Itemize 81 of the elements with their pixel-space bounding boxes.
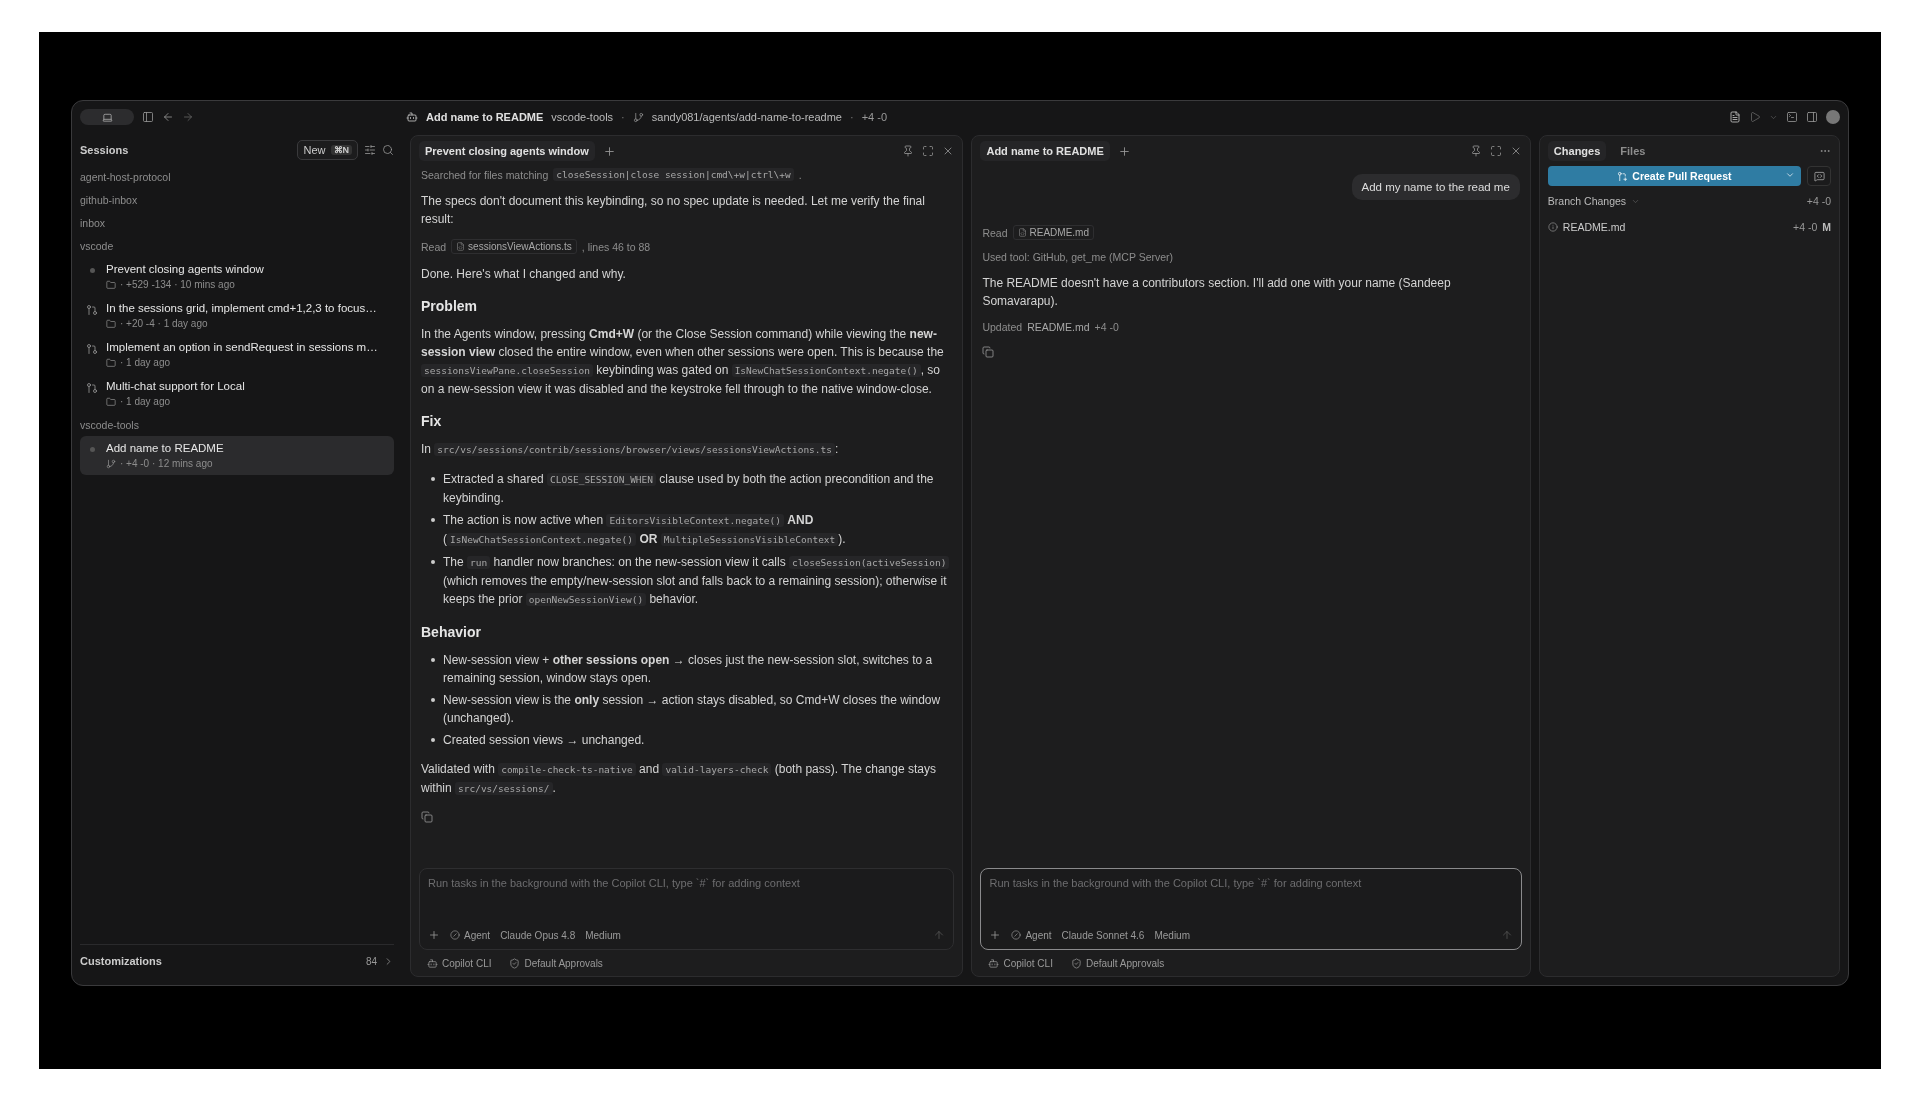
effort-picker-button[interactable]: Medium [1154, 929, 1190, 941]
customizations-count: 84 [365, 955, 377, 967]
branch-name: sandy081/agents/add-name-to-readme [651, 111, 842, 123]
sidebar-title: Sessions [80, 144, 130, 156]
session-item[interactable]: Multi-chat support for Local · 1 day ago [80, 374, 394, 413]
message-paragraph: The specs don't document this keybinding, so no spec update is needed. Let me verify the final result: [421, 193, 926, 228]
message-paragraph: In src/vs/sessions/contrib/sessions/browser/views/sessionsViewActions.ts : [421, 441, 840, 458]
file-chip[interactable]: sessionsViewActions.ts [451, 239, 577, 254]
session-title: Add name to README [106, 442, 224, 454]
chat-tab[interactable]: Prevent closing agents window [419, 141, 595, 161]
customizations-label[interactable]: Customizations [80, 955, 360, 967]
separator: · [849, 111, 854, 123]
chat-input-field[interactable]: Run tasks in the background with the Copilot CLI, type `#` for adding context Agent Claude Sonnet 4.6 Medium [980, 868, 1522, 950]
group-name[interactable]: vscode [80, 234, 394, 257]
file-link[interactable]: README.md [1027, 321, 1090, 333]
session-title: Implement an option in sendRequest in sessions m… [106, 341, 378, 353]
panel-tab[interactable]: Files [1614, 141, 1652, 161]
list-item-text: The run handler now branches: on the new-session view it calls closeSession(activeSession) (which removes the empty/new-session slot and falls back to a remaining session); otherwise it keeps the prior openNewSessionView() behavior. [443, 553, 953, 609]
session-meta: · +4 -0 · 12 mins ago [120, 458, 213, 469]
agent-picker-button[interactable]: Copilot CLI [988, 957, 1053, 969]
message-paragraph: In the Agents window, pressing Cmd+W (or the Close Session command) while viewing the new-session view closed the entire window, even when other sessions were open. This is because the sessionsViewPane.closeSession keybinding was gated on IsNewChatSessionContext.negate() , so on a new-session view it was disabled and the keystroke fell through to the native window-close. [421, 326, 945, 398]
chat-input-field[interactable]: Run tasks in the background with the Copilot CLI, type `#` for adding context Agent Claude Opus 4.8 Medium [419, 868, 955, 950]
session-title: Add name to README [426, 111, 544, 123]
session-meta: · +529 -134 · 10 mins ago [120, 279, 235, 290]
list-item-text: The action is now active when EditorsVisibleContext.negate() AND ( IsNewChatSessionContext.negate() OR MultipleSessionsVisibleContext ). [443, 512, 847, 548]
tool-text: Read [982, 226, 1008, 239]
message-paragraph: Done. Here's what I changed and why. [421, 266, 627, 283]
tool-text: +4 -0 [1094, 321, 1119, 333]
tool-text: Updated [982, 321, 1023, 333]
agent-mode-button[interactable]: Agent [450, 929, 491, 941]
separator: · [621, 111, 625, 123]
changed-file-row[interactable]: README.md +4 -0 M [1547, 216, 1831, 238]
section-heading: Fix [421, 413, 443, 429]
tool-text: . [798, 168, 802, 181]
model-picker-button[interactable]: Claude Sonnet 4.6 [1061, 929, 1145, 941]
session-meta: · +20 -4 · 1 day ago [120, 318, 208, 329]
diff-stats: +4 -0 [1793, 221, 1818, 233]
list-item-text: New-session view is the only session → action stays disabled, so Cmd+W closes the window (unchanged). [443, 692, 942, 727]
tool-text: Used tool: GitHub, get_me (MCP Server) [982, 251, 1174, 263]
repo-name: vscode-tools [551, 111, 614, 123]
list-item-text: New-session view + other sessions open → closes just the new-session slot, switches to a remaining session, window stays open. [443, 652, 934, 687]
tool-text: Read [421, 240, 447, 253]
tool-text: , lines 46 to 88 [581, 240, 651, 253]
model-picker-button[interactable]: Claude Opus 4.8 [500, 929, 576, 941]
diff-stats: +4 -0 [1806, 195, 1831, 207]
chat-tab[interactable]: Add name to README [980, 141, 1110, 161]
section-heading: Problem [421, 298, 478, 314]
effort-picker-button[interactable]: Medium [585, 929, 621, 941]
new-session-button[interactable]: New ⌘N [297, 140, 358, 160]
message-paragraph: Validated with compile-check-ts-native and valid-layers-check (both pass). The change stays within src/vs/sessions/ . [421, 761, 937, 797]
session-item[interactable]: Prevent closing agents window · +529 -134 · 10 mins ago [80, 257, 394, 296]
file-status: M [1822, 221, 1831, 233]
list-item-text: Created session views → unchanged. [443, 732, 645, 749]
file-chip[interactable]: README.md [1012, 225, 1094, 240]
message-paragraph: The README doesn't have a contributors section. I'll add one with your name (Sandeep Somavarapu). [982, 275, 1452, 310]
tool-text: Searched for files matching [421, 168, 549, 181]
section-title[interactable]: Branch Changes [1547, 195, 1627, 207]
session-item[interactable]: In the sessions grid, implement cmd+1,2,3 to focus… · +20 -4 · 1 day ago [80, 296, 394, 335]
session-title: Multi-chat support for Local [106, 380, 245, 392]
agent-mode-button[interactable]: Agent [1011, 929, 1052, 941]
session-title: In the sessions grid, implement cmd+1,2,3 to focus… [106, 302, 377, 314]
session-meta: · 1 day ago [120, 396, 171, 407]
code-chip: closeSession|close session|cmd\+w|ctrl\+w [553, 168, 794, 181]
panel-tab[interactable]: Changes [1547, 141, 1607, 161]
group-name[interactable]: vscode-tools [80, 413, 394, 436]
session-title: Prevent closing agents window [106, 263, 264, 275]
create-pull-request-button[interactable]: Create Pull Request [1547, 166, 1801, 186]
diff-stats: +4 -0 [861, 111, 888, 123]
session-meta: · 1 day ago [120, 357, 171, 368]
section-heading: Behavior [421, 624, 482, 640]
group-name[interactable]: github-inbox [80, 188, 394, 211]
group-name[interactable]: inbox [80, 211, 394, 234]
file-name: README.md [1562, 221, 1626, 233]
list-item-text: Extracted a shared CLOSE_SESSION_WHEN clause used by both the action precondition and the keybinding. [443, 471, 935, 507]
group-name[interactable]: agent-host-protocol [80, 165, 394, 188]
user-message-bubble: Add my name to the read me [1351, 174, 1520, 200]
approvals-button[interactable]: Default Approvals [509, 957, 603, 969]
approvals-button[interactable]: Default Approvals [1070, 957, 1165, 969]
session-item[interactable]: Add name to README · +4 -0 · 12 mins ago [80, 436, 394, 475]
session-item[interactable]: Implement an option in sendRequest in sessions m… · 1 day ago [80, 335, 394, 374]
agent-picker-button[interactable]: Copilot CLI [427, 957, 492, 969]
